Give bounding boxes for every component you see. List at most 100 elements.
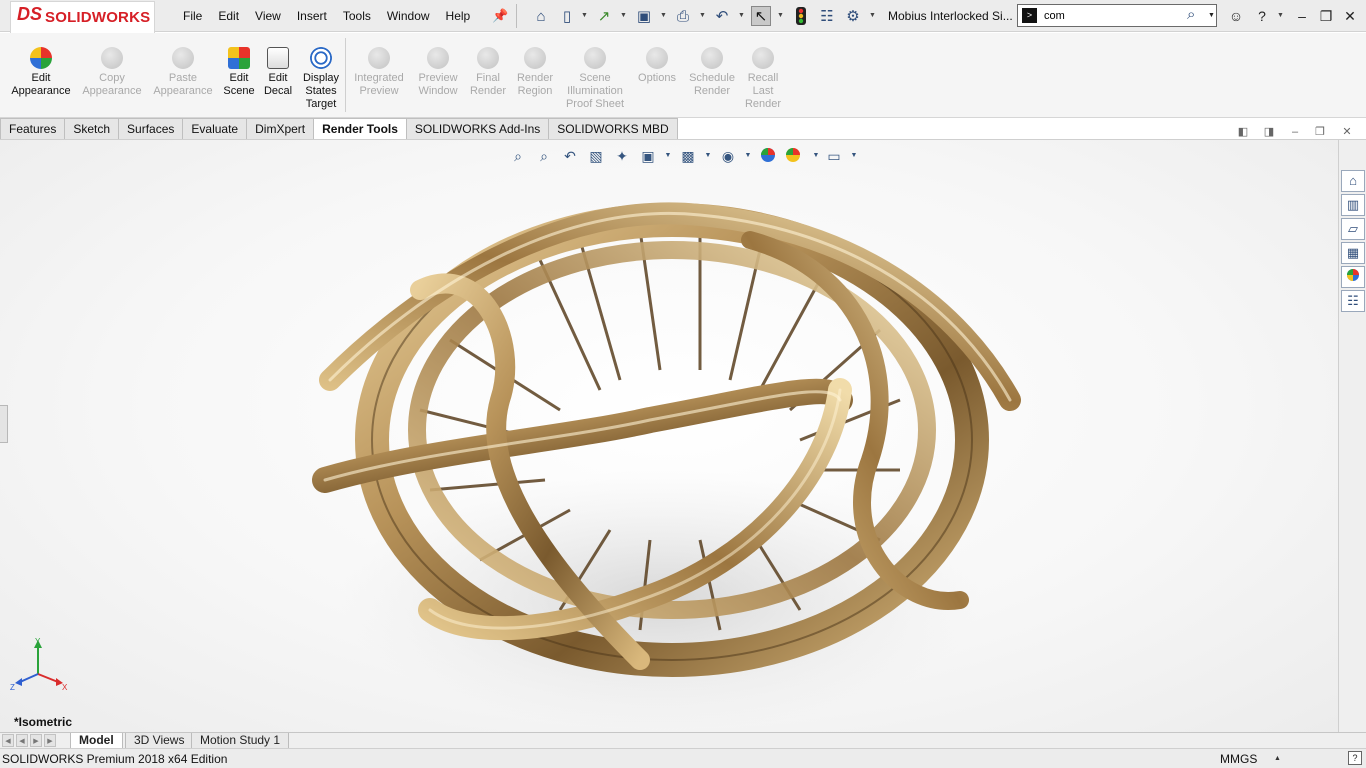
title-bar: DS SOLIDWORKS File Edit View Insert Tool… (0, 0, 1366, 33)
tab-sketch[interactable]: Sketch (65, 118, 120, 140)
scene-illumination-proof-sheet-button[interactable]: Scene Illumination Proof Sheet (562, 47, 628, 111)
search-input[interactable] (1044, 7, 1184, 24)
scene-icon (228, 47, 250, 69)
button-label: Integrated Preview (354, 72, 404, 97)
doc-restore-icon[interactable]: ❐ (1312, 124, 1328, 140)
options-icon[interactable]: ⚙ (843, 6, 863, 26)
display-states-target-button[interactable]: Display States Target (299, 47, 343, 111)
menu-edit[interactable]: Edit (210, 0, 247, 32)
chevron-up-icon[interactable]: ▲ (1274, 755, 1281, 762)
tab-render-tools[interactable]: Render Tools (314, 118, 407, 140)
last-tab-icon[interactable]: ▶ (44, 734, 56, 747)
pin-menu-icon[interactable]: 📌 (492, 8, 508, 24)
tab-features[interactable]: Features (0, 118, 66, 140)
new-document-icon[interactable]: ▯ (557, 6, 577, 26)
design-library-icon[interactable]: ▥ (1341, 194, 1365, 216)
tab-dimxpert[interactable]: DimXpert (247, 118, 315, 140)
view-orientation-label: *Isometric (14, 715, 73, 729)
graphics-area[interactable]: ⌕ ⌕ ↶ ▧ ✦ ▣ ▼ ▩ ▼ ◉ ▼ ▼ ▭ ▼ Y X Z *Isome… (0, 140, 1338, 732)
copy-appearance-button[interactable]: Copy Appearance (80, 47, 144, 98)
chevron-down-icon[interactable]: ▼ (869, 12, 876, 19)
paste-appearance-button[interactable]: Paste Appearance (150, 47, 216, 98)
edit-decal-button[interactable]: Edit Decal (262, 47, 294, 98)
copy-appearance-icon (101, 47, 123, 69)
chevron-down-icon[interactable]: ▼ (620, 12, 627, 19)
select-icon[interactable]: ↖ (751, 6, 771, 26)
edit-scene-button[interactable]: Edit Scene (220, 47, 258, 98)
first-tab-icon[interactable]: ◀ (2, 734, 14, 747)
chevron-down-icon[interactable]: ▼ (660, 12, 667, 19)
button-label: Preview Window (418, 72, 458, 97)
help-icon[interactable]: ? (1251, 6, 1273, 26)
button-label: Edit Decal (263, 72, 293, 97)
minimize-icon[interactable]: – (1291, 6, 1313, 26)
final-render-icon (477, 47, 499, 69)
doc-minimize-icon[interactable]: – (1287, 124, 1303, 140)
button-label: Schedule Render (689, 72, 735, 97)
menu-tools[interactable]: Tools (335, 0, 379, 32)
tab-motion-study-1[interactable]: Motion Study 1 (191, 733, 290, 749)
mobius-interlocked-model[interactable] (0, 140, 1338, 732)
chevron-down-icon[interactable]: ▼ (699, 12, 706, 19)
preview-window-button[interactable]: Preview Window (413, 47, 463, 98)
custom-properties-icon[interactable]: ☷ (1341, 290, 1365, 312)
solidworks-logo[interactable]: DS SOLIDWORKS (10, 1, 155, 33)
z-axis-label: Z (10, 683, 15, 692)
status-help-icon[interactable]: ? (1348, 751, 1362, 765)
chevron-down-icon[interactable]: ▼ (777, 12, 784, 19)
previous-tab-icon[interactable]: ◀ (16, 734, 28, 747)
ds-logo-mark: DS (17, 4, 43, 24)
chevron-down-icon[interactable]: ▼ (738, 12, 745, 19)
rebuild-icon[interactable] (791, 6, 811, 26)
user-icon[interactable]: ☺ (1225, 6, 1247, 26)
tab-solidworks-mbd[interactable]: SOLIDWORKS MBD (549, 118, 678, 140)
tab-model[interactable]: Model (70, 733, 123, 749)
tab-surfaces[interactable]: Surfaces (119, 118, 184, 140)
decal-icon (267, 47, 289, 69)
search-box[interactable]: > ⌕ ▼ (1017, 4, 1217, 27)
search-icon[interactable]: ⌕ (1187, 6, 1195, 23)
tile-right-icon[interactable]: ◨ (1261, 124, 1277, 140)
edit-appearance-button[interactable]: Edit Appearance (8, 47, 74, 98)
button-label: Recall Last Render (744, 72, 782, 110)
chevron-down-icon[interactable]: ▼ (581, 12, 588, 19)
menu-file[interactable]: File (175, 0, 210, 32)
button-label: Render Region (516, 72, 554, 97)
close-icon[interactable]: ✕ (1339, 6, 1361, 26)
unit-system[interactable]: MMGS (1220, 752, 1257, 766)
recall-last-render-button[interactable]: Recall Last Render (742, 47, 784, 111)
options-button[interactable]: Options (634, 47, 680, 85)
view-palette-icon[interactable]: ▦ (1341, 242, 1365, 264)
schedule-render-button[interactable]: Schedule Render (686, 47, 738, 98)
menu-bar: File Edit View Insert Tools Window Help (175, 0, 478, 32)
menu-view[interactable]: View (247, 0, 289, 32)
menu-help[interactable]: Help (438, 0, 479, 32)
tab-3d-views[interactable]: 3D Views (125, 733, 194, 749)
next-tab-icon[interactable]: ▶ (30, 734, 42, 747)
button-label: Edit Appearance (11, 72, 71, 97)
integrated-preview-button[interactable]: Integrated Preview (350, 47, 408, 98)
undo-icon[interactable]: ↶ (712, 6, 732, 26)
file-properties-icon[interactable]: ☷ (817, 6, 837, 26)
open-icon[interactable]: ↗ (594, 6, 614, 26)
appearances-scenes-icon[interactable] (1341, 266, 1365, 288)
menu-insert[interactable]: Insert (289, 0, 335, 32)
print-icon[interactable]: ⎙ (673, 6, 693, 26)
file-explorer-icon[interactable]: ▱ (1341, 218, 1365, 240)
doc-close-icon[interactable]: ✕ (1339, 124, 1355, 140)
save-icon[interactable]: ▣ (634, 6, 654, 26)
chevron-down-icon[interactable]: ▼ (1208, 12, 1215, 19)
render-region-button[interactable]: Render Region (513, 47, 557, 98)
command-manager-tabs: Features Sketch Surfaces Evaluate DimXpe… (0, 118, 678, 140)
home-icon[interactable]: ⌂ (531, 6, 551, 26)
tab-evaluate[interactable]: Evaluate (183, 118, 248, 140)
chevron-down-icon[interactable]: ▼ (1277, 12, 1284, 19)
restore-icon[interactable]: ❐ (1315, 6, 1337, 26)
ribbon-divider (345, 38, 346, 112)
solidworks-resources-icon[interactable]: ⌂ (1341, 170, 1365, 192)
paste-appearance-icon (172, 47, 194, 69)
tile-left-icon[interactable]: ◧ (1235, 124, 1251, 140)
tab-solidworks-add-ins[interactable]: SOLIDWORKS Add-Ins (406, 118, 550, 140)
final-render-button[interactable]: Final Render (467, 47, 509, 98)
menu-window[interactable]: Window (379, 0, 438, 32)
